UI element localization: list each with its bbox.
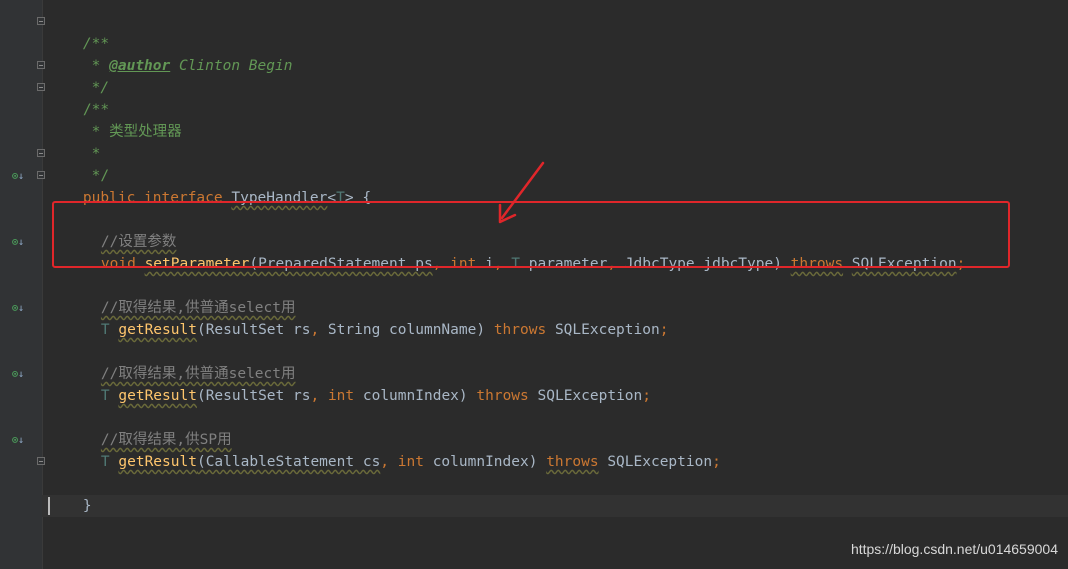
- text-caret: [48, 497, 50, 515]
- param-column-index: columnIndex): [423, 454, 538, 470]
- fold-marker-icon[interactable]: [37, 83, 45, 91]
- implemented-interface-icon[interactable]: ⊙↓: [12, 171, 28, 183]
- param-result-set: (ResultSet rs: [196, 322, 311, 338]
- comma: ,: [310, 388, 320, 404]
- code-line: */: [48, 55, 109, 96]
- param-result-set: (ResultSet rs: [196, 388, 311, 404]
- param-column-index: columnIndex): [354, 388, 468, 404]
- code-line: /**: [48, 77, 109, 118]
- method-get-result-by-name: T getResult(ResultSet rs, String columnN…: [66, 297, 669, 338]
- javadoc-author-tag: @author: [109, 58, 171, 74]
- interface-declaration: public interface TypeHandler<T> {: [48, 165, 371, 206]
- exception-type: SQLException: [607, 454, 713, 470]
- semicolon: ;: [712, 454, 721, 470]
- keyword-int: int: [327, 388, 355, 404]
- code-line: *: [48, 121, 101, 162]
- code-line: /**: [48, 11, 109, 52]
- param-column-name: String columnName): [319, 322, 486, 338]
- semicolon: ;: [642, 388, 651, 404]
- highlight-box: [52, 201, 1010, 268]
- method-name-get-result[interactable]: getResult: [118, 322, 197, 338]
- fold-marker-icon[interactable]: [37, 17, 45, 25]
- code-line: * 类型处理器: [48, 99, 182, 140]
- method-get-result-callable: T getResult(CallableStatement cs, int co…: [66, 429, 721, 470]
- code-line: //取得结果,供SP用: [66, 407, 232, 448]
- type-parameter: T: [100, 322, 110, 338]
- type-parameter: T: [100, 454, 110, 470]
- code-editor[interactable]: /** * @author Clinton Begin */ /** * 类型处…: [48, 0, 1068, 569]
- code-line: * @author Clinton Begin: [48, 33, 293, 74]
- closing-brace: }: [82, 498, 92, 514]
- comma: ,: [380, 454, 390, 470]
- keyword-throws: throws: [493, 322, 547, 338]
- keyword-int: int: [397, 454, 424, 470]
- fold-marker-icon[interactable]: [37, 61, 45, 69]
- semicolon: ;: [659, 322, 669, 338]
- keyword-throws: throws: [476, 388, 529, 404]
- method-get-result-by-index: T getResult(ResultSet rs, int columnInde…: [66, 363, 651, 404]
- implemented-method-icon[interactable]: ⊙↓: [12, 435, 28, 447]
- javadoc-author-name: Clinton Begin: [170, 58, 293, 74]
- fold-marker-icon[interactable]: [37, 149, 45, 157]
- code-line: //取得结果,供普通select用: [66, 275, 296, 316]
- code-line: }: [48, 473, 92, 514]
- watermark: https://blog.csdn.net/u014659004: [850, 541, 1058, 557]
- fold-marker-icon[interactable]: [37, 457, 45, 465]
- implemented-method-icon[interactable]: ⊙↓: [12, 237, 28, 249]
- comma: ,: [310, 322, 320, 338]
- code-line: */: [48, 143, 109, 184]
- keyword-throws: throws: [546, 454, 599, 470]
- code-line: //取得结果,供普通select用: [66, 341, 296, 382]
- implemented-method-icon[interactable]: ⊙↓: [12, 303, 28, 315]
- exception-type: SQLException: [554, 322, 660, 338]
- implemented-method-icon[interactable]: ⊙↓: [12, 369, 28, 381]
- method-name-get-result[interactable]: getResult: [118, 454, 197, 470]
- param-callable-statement: (CallableStatement cs: [196, 454, 381, 470]
- method-name-get-result[interactable]: getResult: [118, 388, 197, 404]
- type-parameter: T: [100, 388, 110, 404]
- fold-marker-icon[interactable]: [37, 171, 45, 179]
- exception-type: SQLException: [537, 388, 643, 404]
